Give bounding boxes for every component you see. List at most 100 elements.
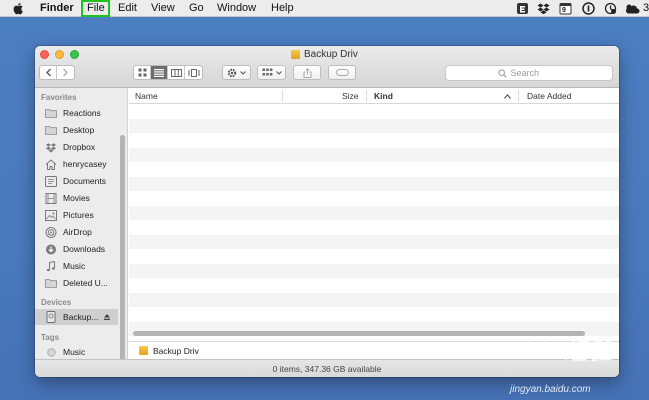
sidebar-item-label: Deleted U... xyxy=(63,278,108,288)
weather-text: 3 xyxy=(643,2,649,14)
evernote-icon[interactable] xyxy=(516,2,529,15)
sidebar-item-backup-drive[interactable]: Backup... xyxy=(35,309,118,325)
column-header-row: Name Size Kind Date Added xyxy=(129,88,619,104)
coverflow-view-button[interactable] xyxy=(185,66,202,79)
sidebar-item-label: Movies xyxy=(63,193,90,203)
column-view-button[interactable] xyxy=(168,66,185,79)
sidebar-item-label: Pictures xyxy=(63,210,94,220)
sidebar-item-airdrop[interactable]: AirDrop xyxy=(45,224,125,240)
empty-row xyxy=(129,205,619,220)
gear-icon xyxy=(227,68,237,77)
edit-tags-button[interactable] xyxy=(328,65,356,80)
coverflow-view-icon xyxy=(188,68,199,77)
search-input[interactable] xyxy=(510,68,561,78)
sidebar-item-music[interactable]: Music xyxy=(45,258,125,274)
column-divider[interactable] xyxy=(366,90,367,102)
sidebar-item-movies[interactable]: Movies xyxy=(45,190,125,206)
share-icon xyxy=(303,67,311,78)
sidebar-item-downloads[interactable]: Downloads xyxy=(45,241,125,257)
sidebar-tag-music[interactable]: Music xyxy=(45,344,125,360)
menu-bar: Finder File Edit View Go Window Help 9 3 xyxy=(0,0,649,17)
column-divider[interactable] xyxy=(518,90,519,102)
sidebar-tags-header: Tags xyxy=(41,333,60,342)
sidebar-item-desktop[interactable]: Desktop xyxy=(45,122,125,138)
tag-dot-icon xyxy=(45,346,57,358)
column-date-added[interactable]: Date Added xyxy=(527,91,571,101)
chevron-down-icon xyxy=(240,70,246,75)
nav-buttons xyxy=(39,65,75,80)
window-toolbar: Backup Driv xyxy=(35,46,619,88)
path-bar-item[interactable]: Backup Driv xyxy=(153,346,199,356)
close-button[interactable] xyxy=(40,50,49,59)
sidebar-devices-header: Devices xyxy=(41,298,72,307)
menu-go[interactable]: Go xyxy=(189,2,204,15)
sidebar-item-label: Downloads xyxy=(63,244,106,254)
empty-row xyxy=(129,162,619,177)
sidebar: Favorites Reactions Desktop Dropbox henr… xyxy=(35,88,128,370)
sidebar-item-label: Music xyxy=(63,261,86,271)
dropbox-icon[interactable] xyxy=(537,2,550,15)
folder-icon xyxy=(45,124,57,136)
tag-icon xyxy=(335,69,349,76)
empty-row xyxy=(129,147,619,162)
search-field[interactable] xyxy=(445,65,613,81)
share-button[interactable] xyxy=(293,65,321,80)
sidebar-item-label: Documents xyxy=(63,176,106,186)
action-menu-button[interactable] xyxy=(222,65,251,80)
movies-icon xyxy=(45,192,57,204)
list-view-button[interactable] xyxy=(151,66,168,79)
onepassword-icon[interactable] xyxy=(582,2,595,15)
forward-button[interactable] xyxy=(57,66,74,79)
empty-row xyxy=(129,292,619,307)
empty-row xyxy=(129,191,619,206)
sidebar-item-documents[interactable]: Documents xyxy=(45,173,125,189)
chevron-left-icon xyxy=(45,68,51,77)
sidebar-item-label: henrycasey xyxy=(63,159,107,169)
empty-row xyxy=(129,118,619,133)
sidebar-item-dropbox[interactable]: Dropbox xyxy=(45,139,125,155)
column-kind[interactable]: Kind xyxy=(374,91,393,101)
list-view-icon xyxy=(154,68,164,77)
sidebar-item-pictures[interactable]: Pictures xyxy=(45,207,125,223)
sidebar-item-deleted-users[interactable]: Deleted U... xyxy=(45,275,125,291)
sort-ascending-icon xyxy=(504,94,511,99)
drive-icon xyxy=(291,50,300,59)
column-name[interactable]: Name xyxy=(135,91,158,101)
empty-row xyxy=(129,278,619,293)
sidebar-scrollbar[interactable] xyxy=(120,135,125,370)
drive-icon xyxy=(45,311,57,323)
column-divider[interactable] xyxy=(282,90,283,102)
icon-view-button[interactable] xyxy=(134,66,151,79)
back-button[interactable] xyxy=(40,66,57,79)
menu-app-name[interactable]: Finder xyxy=(40,2,74,15)
zoom-button[interactable] xyxy=(70,50,79,59)
timemachine-icon[interactable] xyxy=(604,2,617,15)
sidebar-item-label: Music xyxy=(63,347,86,357)
folder-icon xyxy=(45,277,57,289)
watermark-url: jingyan.baidu.com xyxy=(510,384,591,395)
empty-row xyxy=(129,176,619,191)
empty-row xyxy=(129,234,619,249)
column-view-icon xyxy=(170,68,182,77)
search-icon xyxy=(497,68,507,78)
minimize-button[interactable] xyxy=(55,50,64,59)
menu-edit[interactable]: Edit xyxy=(118,2,137,15)
sidebar-item-label: Reactions xyxy=(63,108,101,118)
menu-window[interactable]: Window xyxy=(217,2,256,15)
menu-help[interactable]: Help xyxy=(271,2,294,15)
sidebar-item-label: AirDrop xyxy=(63,227,92,237)
sidebar-item-reactions[interactable]: Reactions xyxy=(45,105,125,121)
file-menu-highlight xyxy=(81,0,110,17)
weather-icon[interactable] xyxy=(624,2,640,15)
apple-logo-icon[interactable] xyxy=(12,2,24,15)
arrange-menu-button[interactable] xyxy=(257,65,286,80)
baidu-watermark: Baidu经验 xyxy=(492,338,614,365)
empty-row xyxy=(129,307,619,322)
column-size[interactable]: Size xyxy=(342,91,359,101)
view-mode-control xyxy=(133,65,203,80)
documents-icon xyxy=(45,175,57,187)
eject-icon[interactable] xyxy=(103,313,111,321)
menu-view[interactable]: View xyxy=(151,2,175,15)
sidebar-item-henrycasey[interactable]: henrycasey xyxy=(45,156,125,172)
music-icon xyxy=(45,260,57,272)
